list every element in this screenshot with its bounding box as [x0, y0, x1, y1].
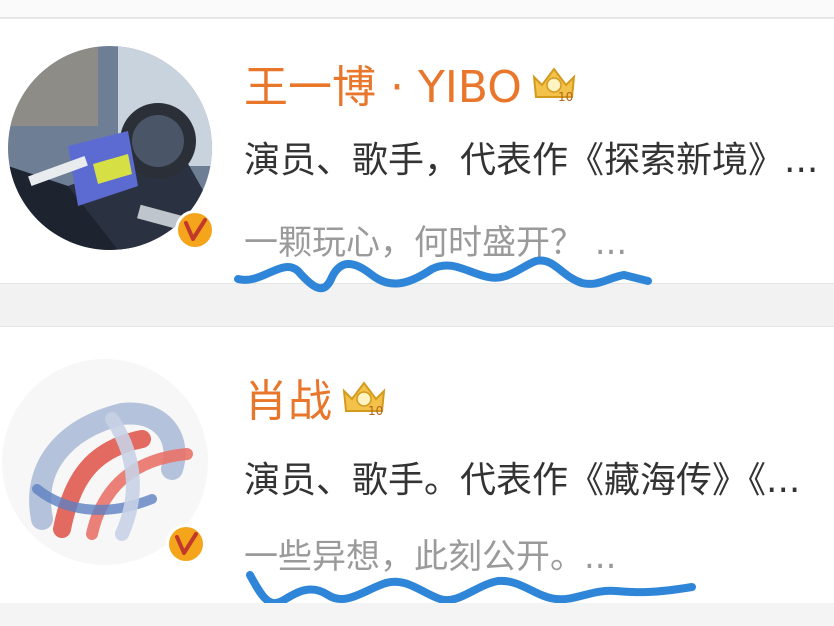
gold-crown-icon: 10 — [338, 377, 390, 418]
user-description: 演员、歌手，代表作《探索新境》... — [244, 140, 819, 181]
user-description: 演员、歌手。代表作《藏海传》《... — [244, 460, 801, 501]
blue-underline-annotation — [234, 256, 652, 293]
gold-crown-icon: 10 — [528, 63, 580, 104]
user-name[interactable]: 肖战 — [244, 365, 332, 429]
user-name-row[interactable]: 王一博 · YIBO 10 — [244, 51, 580, 115]
user-card[interactable]: 肖战 10 演员、歌手。代表作《藏海传》《... 一些异想，此刻公开。... — [0, 326, 834, 607]
verified-v-icon — [174, 209, 216, 251]
user-card[interactable]: 王一博 · YIBO 10 演员、歌手，代表作《探索新境》... 一颗玩心，何时… — [0, 18, 834, 293]
svg-text:10: 10 — [368, 404, 383, 417]
next-item-edge — [0, 603, 834, 626]
previous-item-edge — [0, 0, 834, 18]
user-name-row[interactable]: 肖战 10 — [244, 365, 390, 429]
verified-v-icon — [165, 523, 207, 565]
svg-text:10: 10 — [558, 90, 573, 103]
user-name[interactable]: 王一博 · YIBO — [244, 51, 522, 115]
